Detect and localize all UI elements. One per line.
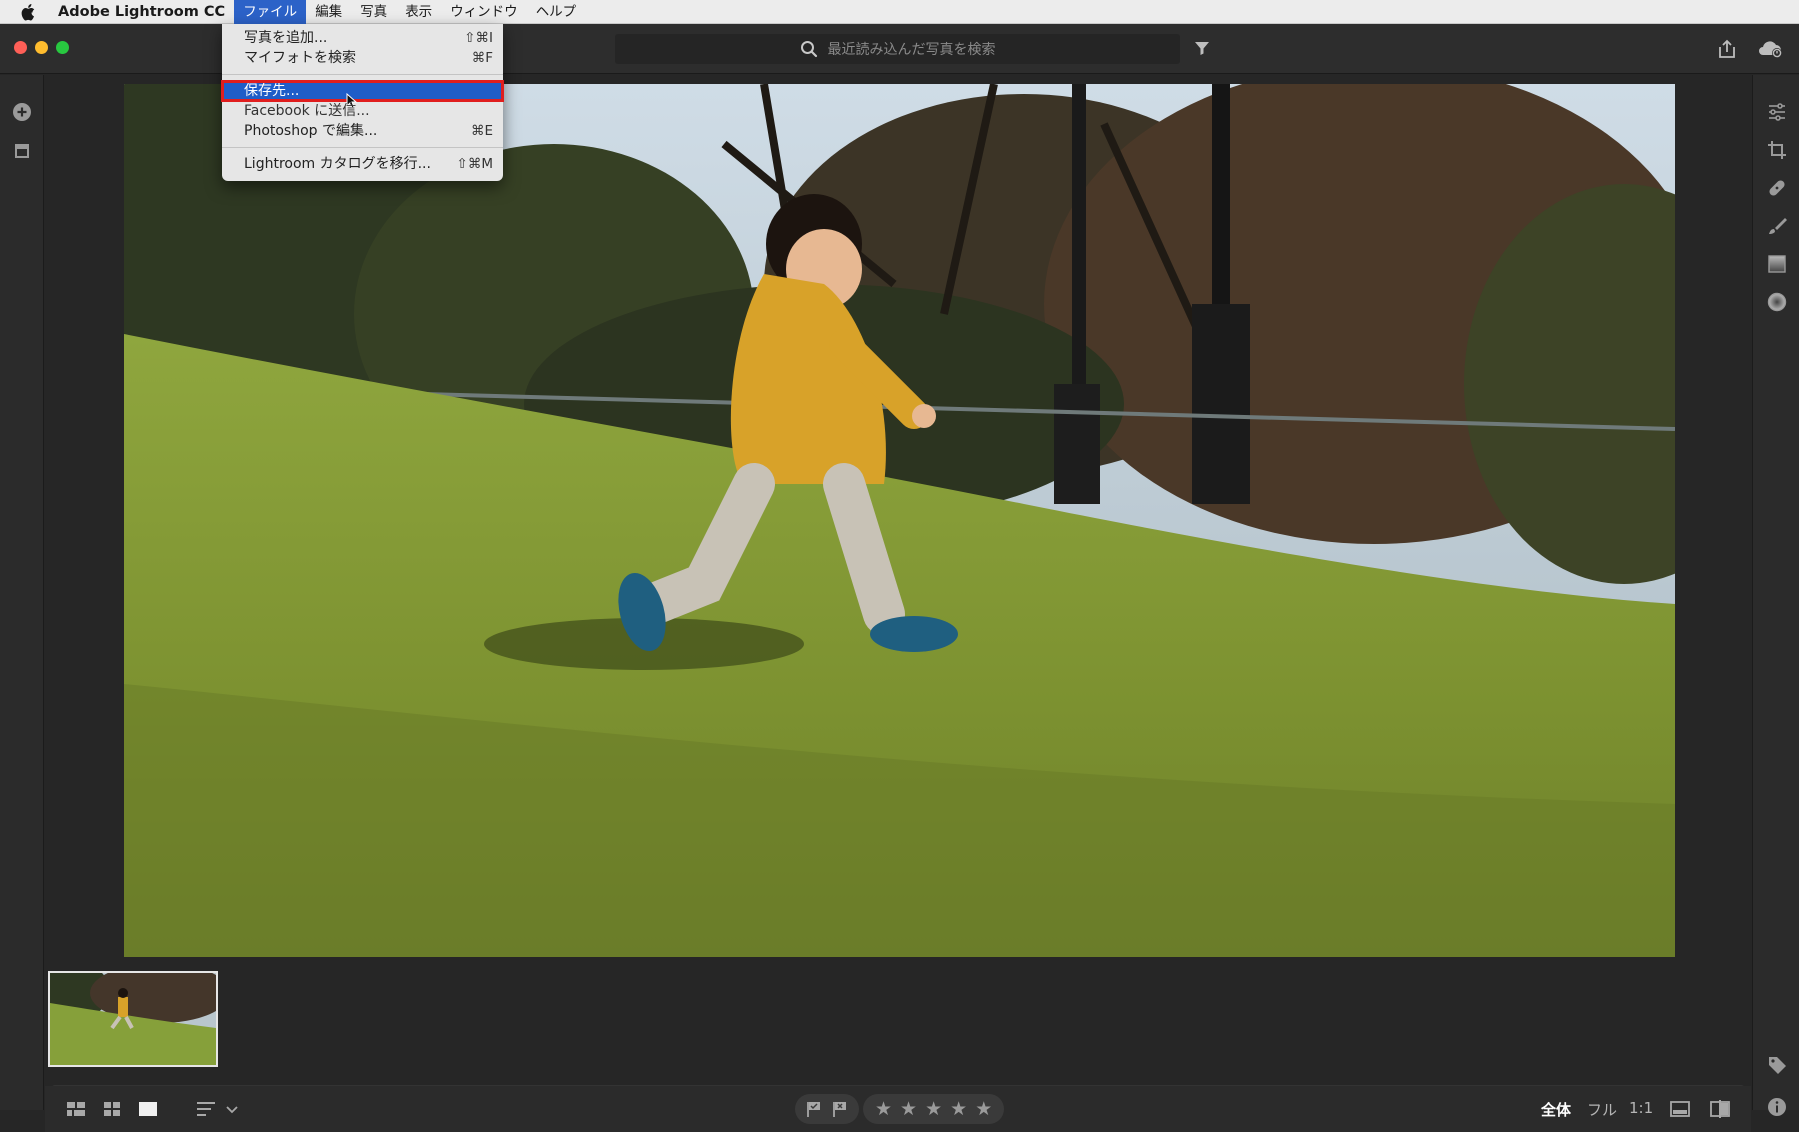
healing-brush-icon[interactable] bbox=[1766, 177, 1788, 199]
star-4[interactable]: ★ bbox=[950, 1099, 967, 1119]
compare-view-icon[interactable] bbox=[1709, 1098, 1731, 1120]
menu-item-edit-in-photoshop[interactable]: Photoshop で編集... ⌘E bbox=[222, 121, 503, 141]
menu-view[interactable]: 表示 bbox=[396, 0, 441, 24]
menu-item-shortcut: ⌘E bbox=[470, 123, 493, 139]
flag-pick-icon[interactable] bbox=[805, 1100, 823, 1118]
zoom-window-button[interactable] bbox=[56, 41, 69, 54]
menu-item-shortcut: ⇧⌘M bbox=[456, 156, 493, 172]
menu-item-search-my-photos[interactable]: マイフォトを検索 ⌘F bbox=[222, 48, 503, 68]
lightroom-window: 最近読み込んだ写真を検索 ★ ★ ★ ★ ★ 全体 フル 1:1 bbox=[0, 24, 1799, 1132]
photo-image bbox=[124, 84, 1675, 957]
search-placeholder: 最近読み込んだ写真を検索 bbox=[827, 42, 996, 58]
menu-item-label: 保存先... bbox=[244, 83, 300, 99]
flag-controls bbox=[795, 1094, 859, 1124]
right-edit-toolbar bbox=[1752, 75, 1799, 1116]
search-field[interactable]: 最近読み込んだ写真を検索 bbox=[615, 34, 1180, 64]
menu-photo[interactable]: 写真 bbox=[351, 0, 396, 24]
zoom-fit-button[interactable]: 全体 bbox=[1541, 1099, 1571, 1120]
minimize-window-button[interactable] bbox=[35, 41, 48, 54]
archive-icon[interactable] bbox=[11, 139, 33, 161]
flag-and-rating-group: ★ ★ ★ ★ ★ bbox=[795, 1093, 1005, 1125]
menu-item-label: Facebook に送信... bbox=[244, 103, 370, 119]
star-3[interactable]: ★ bbox=[925, 1099, 942, 1119]
add-photos-icon[interactable] bbox=[11, 101, 33, 123]
menu-item-migrate-catalog[interactable]: Lightroom カタログを移行... ⇧⌘M bbox=[222, 154, 503, 174]
main-photo-preview[interactable] bbox=[124, 84, 1675, 957]
radial-gradient-icon[interactable] bbox=[1766, 291, 1788, 313]
menu-item-shortcut: ⌘F bbox=[471, 50, 493, 66]
close-window-button[interactable] bbox=[14, 41, 27, 54]
star-2[interactable]: ★ bbox=[900, 1099, 917, 1119]
detail-view-icon[interactable] bbox=[137, 1098, 159, 1120]
filter-icon[interactable] bbox=[1192, 38, 1212, 58]
thumbnail-image bbox=[50, 973, 216, 1065]
bottom-toolbar: ★ ★ ★ ★ ★ 全体 フル 1:1 bbox=[45, 1086, 1751, 1132]
macos-menubar: Adobe Lightroom CC ファイル 編集 写真 表示 ウィンドウ ヘ… bbox=[0, 0, 1799, 24]
info-icon[interactable] bbox=[1766, 1096, 1788, 1118]
brush-icon[interactable] bbox=[1766, 215, 1788, 237]
star-1[interactable]: ★ bbox=[875, 1099, 892, 1119]
chevron-down-icon[interactable] bbox=[225, 1098, 239, 1120]
menu-item-label: Lightroom カタログを移行... bbox=[244, 156, 431, 172]
menu-item-send-to-facebook[interactable]: Facebook に送信... bbox=[222, 101, 503, 121]
square-grid-view-icon[interactable] bbox=[65, 1098, 87, 1120]
menu-item-add-photos[interactable]: 写真を追加... ⇧⌘I bbox=[222, 28, 503, 48]
menu-item-label: 写真を追加... bbox=[244, 30, 328, 46]
grid-view-icon[interactable] bbox=[101, 1098, 123, 1120]
cloud-sync-icon[interactable] bbox=[1756, 38, 1784, 60]
menu-help[interactable]: ヘルプ bbox=[527, 0, 586, 24]
filmstrip bbox=[45, 968, 1751, 1098]
menu-item-label: マイフォトを検索 bbox=[244, 50, 356, 66]
filmstrip-toggle-icon[interactable] bbox=[1669, 1098, 1691, 1120]
star-5[interactable]: ★ bbox=[975, 1099, 992, 1119]
file-menu-dropdown: 写真を追加... ⇧⌘I マイフォトを検索 ⌘F 保存先... Facebook… bbox=[221, 24, 504, 181]
app-name[interactable]: Adobe Lightroom CC bbox=[58, 4, 225, 20]
search-icon bbox=[800, 41, 817, 58]
star-rating: ★ ★ ★ ★ ★ bbox=[863, 1094, 1005, 1124]
menu-file[interactable]: ファイル bbox=[234, 0, 307, 24]
zoom-fill-button[interactable]: フル bbox=[1587, 1099, 1617, 1120]
left-toolbar bbox=[0, 75, 44, 1110]
menu-separator bbox=[222, 74, 503, 75]
zoom-1-1-button[interactable]: 1:1 bbox=[1629, 1099, 1653, 1117]
crop-icon[interactable] bbox=[1766, 139, 1788, 161]
share-icon[interactable] bbox=[1716, 38, 1738, 60]
menu-item-shortcut: ⇧⌘I bbox=[464, 30, 493, 46]
apple-menu-icon[interactable] bbox=[0, 3, 58, 21]
menu-separator bbox=[222, 147, 503, 148]
menu-window[interactable]: ウィンドウ bbox=[441, 0, 527, 24]
flag-reject-icon[interactable] bbox=[831, 1100, 849, 1118]
filmstrip-thumbnail[interactable] bbox=[48, 971, 218, 1067]
menu-item-save-to[interactable]: 保存先... bbox=[221, 80, 504, 109]
menu-item-label: Photoshop で編集... bbox=[244, 123, 378, 139]
menu-edit[interactable]: 編集 bbox=[306, 0, 351, 24]
sort-icon[interactable] bbox=[195, 1098, 219, 1120]
edit-sliders-icon[interactable] bbox=[1766, 101, 1788, 123]
linear-gradient-icon[interactable] bbox=[1766, 253, 1788, 275]
keyword-tag-icon[interactable] bbox=[1766, 1054, 1788, 1076]
